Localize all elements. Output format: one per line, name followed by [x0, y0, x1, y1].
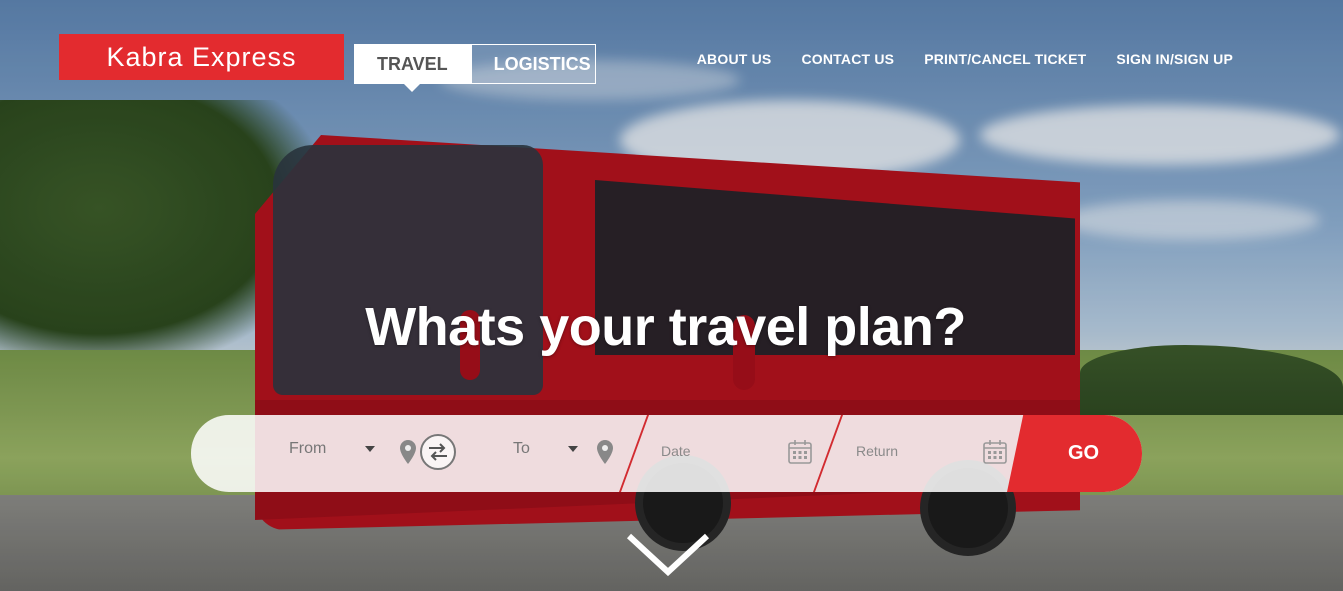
nav-contact-us[interactable]: CONTACT US — [801, 51, 894, 67]
swap-icon — [429, 443, 447, 461]
return-input-placeholder: Return — [856, 443, 899, 459]
chevron-down-icon[interactable] — [626, 532, 710, 578]
from-select-label: From — [289, 440, 327, 457]
to-select-label: To — [513, 440, 530, 457]
from-select[interactable]: From — [289, 415, 375, 492]
cloud — [980, 105, 1340, 165]
cloud — [620, 100, 960, 180]
caret-down-icon — [568, 445, 579, 452]
top-nav: ABOUT US CONTACT US PRINT/CANCEL TICKET … — [697, 51, 1233, 67]
tab-logistics[interactable]: LOGISTICS — [470, 44, 596, 84]
caret-down-icon — [364, 445, 375, 452]
tab-travel[interactable]: TRAVEL — [354, 44, 471, 92]
trip-search-bar: From To Date Return GO — [191, 415, 1142, 492]
map-pin-icon — [400, 440, 416, 464]
nav-about-us[interactable]: ABOUT US — [697, 51, 772, 67]
calendar-icon[interactable] — [787, 439, 813, 465]
go-search-button[interactable]: GO — [1007, 415, 1142, 492]
map-pin-icon — [597, 440, 613, 464]
cloud — [1060, 200, 1320, 240]
service-tabs: TRAVEL LOGISTICS — [354, 44, 596, 92]
date-input-placeholder: Date — [661, 443, 691, 459]
brand-logo[interactable]: Kabra Express — [59, 34, 344, 80]
nav-sign-in-sign-up[interactable]: SIGN IN/SIGN UP — [1116, 51, 1233, 67]
swap-button[interactable] — [420, 434, 456, 470]
to-select[interactable]: To — [513, 415, 579, 492]
hero-headline: Whats your travel plan? — [365, 297, 966, 357]
nav-print-cancel-ticket[interactable]: PRINT/CANCEL TICKET — [924, 51, 1086, 67]
calendar-icon[interactable] — [982, 439, 1008, 465]
